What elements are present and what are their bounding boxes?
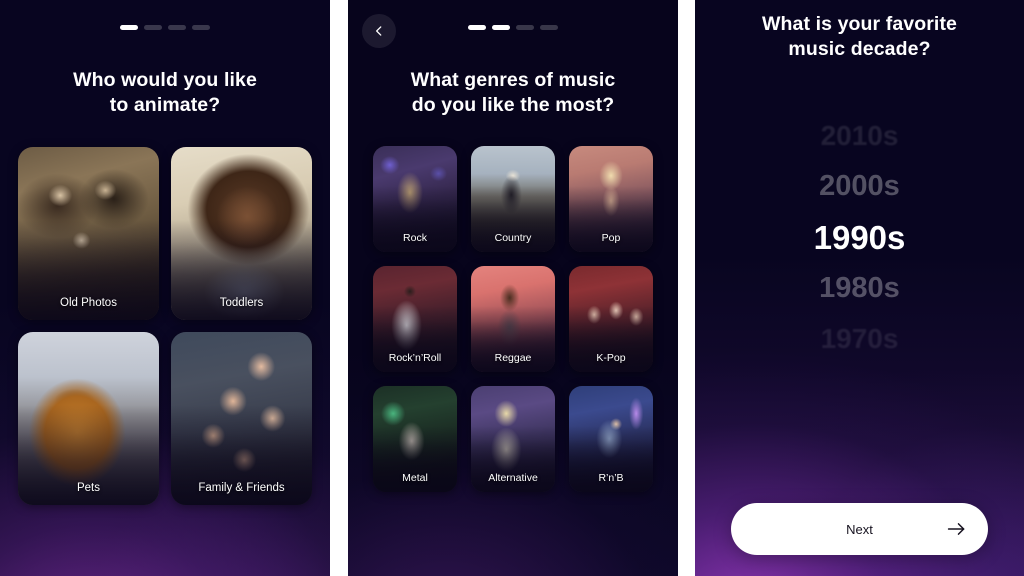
screen2-heading-line1: What genres of music xyxy=(410,69,616,91)
card-pets[interactable]: Pets xyxy=(18,331,159,505)
next-button[interactable]: Next xyxy=(731,503,988,555)
decade-option-2000s[interactable]: 2000s xyxy=(819,171,900,201)
screen2-heading-line2: do you like the most? xyxy=(411,93,615,116)
screen3-heading: What is your favorite music decade? xyxy=(695,0,1024,62)
genre-label: Pop xyxy=(601,231,621,244)
genre-card-pop[interactable]: Pop xyxy=(569,145,653,252)
card-old-photos[interactable]: Old Photos xyxy=(18,146,159,320)
genre-label: Rock xyxy=(403,231,427,244)
card-family-and-friends[interactable]: Family & Friends xyxy=(171,331,312,505)
genre-card-alternative[interactable]: Alternative xyxy=(471,385,555,492)
genre-card-kpop[interactable]: K-Pop xyxy=(569,265,653,372)
progress-segment-4 xyxy=(540,25,558,30)
decade-option-1990s-selected[interactable]: 1990s xyxy=(814,221,906,254)
screen1-heading-line1: Who would you like xyxy=(73,69,257,91)
genre-grid: Rock Country Pop Rock’n’Roll Reggae K-Po… xyxy=(348,145,678,492)
chevron-left-icon xyxy=(376,26,382,36)
screen-music-genres: What genres of music do you like the mos… xyxy=(348,0,678,576)
screen3-heading-line1: What is your favorite xyxy=(762,13,957,35)
arrow-right-icon xyxy=(947,522,966,537)
onboarding-screens: Who would you like to animate? Old Photo… xyxy=(0,0,1024,576)
decade-option-1980s[interactable]: 1980s xyxy=(819,273,900,303)
genre-card-rocknroll[interactable]: Rock’n’Roll xyxy=(373,265,457,372)
card-label: Pets xyxy=(76,481,100,494)
screen2-heading: What genres of music do you like the mos… xyxy=(348,68,678,118)
screen1-heading-line2: to animate? xyxy=(109,93,221,116)
genre-label: Metal xyxy=(402,471,428,484)
genre-card-rnb[interactable]: R’n’B xyxy=(569,385,653,492)
card-toddlers[interactable]: Toddlers xyxy=(171,146,312,320)
back-button[interactable] xyxy=(362,14,396,48)
genre-card-metal[interactable]: Metal xyxy=(373,385,457,492)
progress-segment-2 xyxy=(492,25,510,30)
progress-segment-2 xyxy=(144,25,162,30)
decade-picker-wheel[interactable]: 2010s 2000s 1990s 1980s 1970s xyxy=(695,121,1024,353)
progress-segment-3 xyxy=(168,25,186,30)
panel-divider-2 xyxy=(678,0,695,576)
genre-label: K-Pop xyxy=(596,351,626,364)
genre-card-reggae[interactable]: Reggae xyxy=(471,265,555,372)
panel-divider-1 xyxy=(330,0,348,576)
screen1-heading: Who would you like to animate? xyxy=(0,68,330,118)
card-label: Toddlers xyxy=(219,296,264,309)
progress-segment-4 xyxy=(192,25,210,30)
genre-card-country[interactable]: Country xyxy=(471,145,555,252)
genre-card-rock[interactable]: Rock xyxy=(373,145,457,252)
decade-option-1970s[interactable]: 1970s xyxy=(821,324,899,353)
screen3-heading-line2: music decade? xyxy=(788,37,931,60)
next-button-label: Next xyxy=(846,521,873,537)
genre-label: Country xyxy=(494,231,532,244)
screen-who-to-animate: Who would you like to animate? Old Photo… xyxy=(0,0,330,576)
screen-music-decade: What is your favorite music decade? 2010… xyxy=(695,0,1024,576)
progress-indicator-screen2 xyxy=(348,0,678,30)
progress-segment-1 xyxy=(120,25,138,30)
progress-segment-3 xyxy=(516,25,534,30)
progress-indicator-screen1 xyxy=(0,0,330,30)
progress-segment-1 xyxy=(468,25,486,30)
card-label: Family & Friends xyxy=(198,481,285,494)
decade-option-2010s[interactable]: 2010s xyxy=(821,121,899,150)
card-label: Old Photos xyxy=(60,296,117,309)
animate-subject-grid: Old Photos Toddlers Pets Family & Friend… xyxy=(0,146,330,505)
genre-label: R’n’B xyxy=(598,471,624,484)
genre-label: Reggae xyxy=(494,351,532,364)
genre-label: Alternative xyxy=(488,471,538,484)
genre-label: Rock’n’Roll xyxy=(388,351,442,364)
